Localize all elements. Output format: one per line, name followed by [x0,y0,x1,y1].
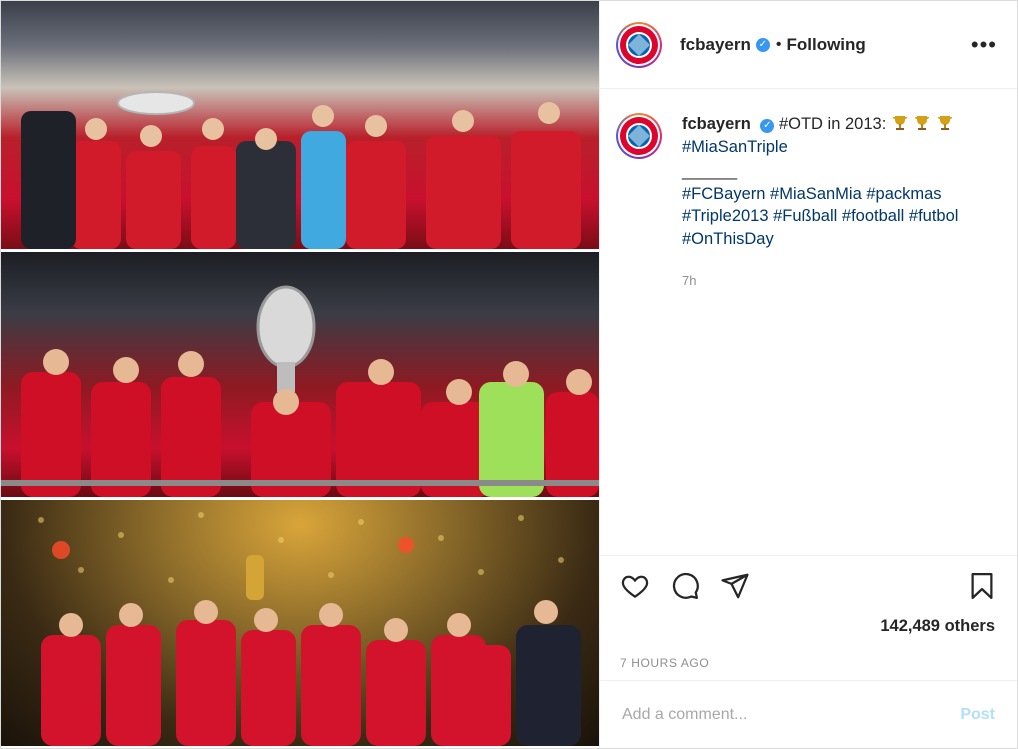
separator-dot: • [775,35,782,53]
post-sidebar: fcbayern ✓ • Following ••• fcbayern ✓ #O… [600,1,1017,748]
caption-line: #OTD in 2013: [778,115,887,133]
fc-bayern-logo-icon [620,117,658,155]
hashtag-link[interactable]: #OnThisDay [682,230,774,248]
verified-badge-icon: ✓ [755,37,770,52]
hashtag-link[interactable]: #Fußball [773,207,837,225]
hashtag-link[interactable]: #Triple2013 [682,207,769,225]
trophy-icon [892,116,907,130]
heart-icon[interactable] [620,571,650,601]
comment-input[interactable] [620,705,955,725]
hashtag-link[interactable]: #futbol [909,207,959,225]
comment-form: Post [600,680,1017,748]
fc-bayern-logo-icon [620,25,658,64]
hashtag-link[interactable]: #packmas [866,185,941,203]
share-icon[interactable] [720,571,750,601]
more-options-icon[interactable]: ••• [971,32,997,58]
caption-age: 7h [682,273,697,288]
hashtag-link[interactable]: #MiaSanTriple [682,138,788,156]
trophy-icon [938,116,953,130]
caption-username[interactable]: fcbayern [682,115,751,133]
likes-count[interactable]: 142,489 others [616,617,1001,636]
trophy-icon [915,116,930,130]
photo-champions-league-trophy [1,252,599,497]
username-link[interactable]: fcbayern [680,35,751,55]
post-timestamp[interactable]: 7 HOURS AGO [620,656,1001,670]
post-comment-button[interactable]: Post [954,705,1001,725]
bookmark-icon[interactable] [967,571,997,601]
verified-badge-icon: ✓ [760,119,775,134]
following-button[interactable]: Following [786,35,865,55]
post-dialog: fcbayern ✓ • Following ••• fcbayern ✓ #O… [0,0,1018,749]
hashtag-link[interactable]: #FCBayern [682,185,765,203]
action-bar: 142,489 others 7 HOURS AGO [600,555,1017,681]
caption-divider: ______ [682,162,738,180]
post-header: fcbayern ✓ • Following ••• [600,1,1017,89]
comment-icon[interactable] [670,571,700,601]
photo-dfb-pokal-confetti [1,500,599,746]
post-image[interactable] [1,1,600,748]
avatar[interactable] [616,21,662,68]
photo-celebration-plate [1,1,599,249]
hashtag-link[interactable]: #MiaSanMia [770,185,862,203]
hashtag-link[interactable]: #football [842,207,904,225]
caption-avatar[interactable] [616,113,662,159]
